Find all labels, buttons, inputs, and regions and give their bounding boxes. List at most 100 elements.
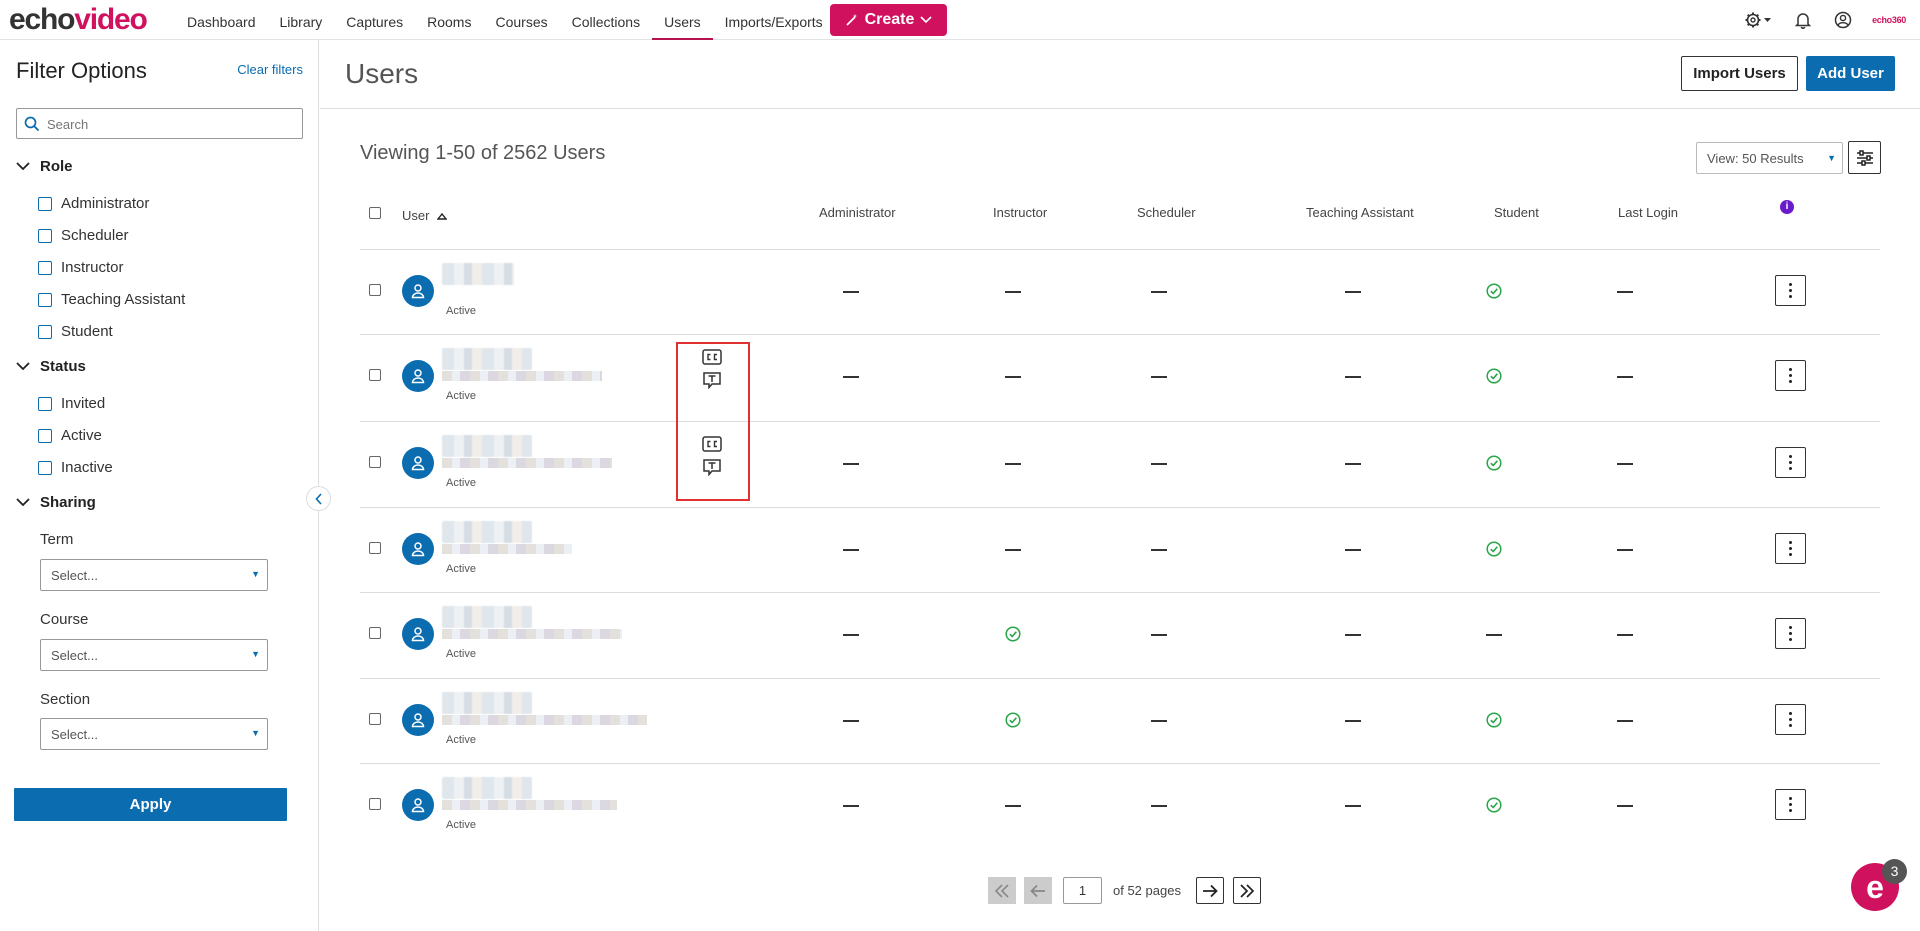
import-users-button[interactable]: Import Users [1681, 56, 1798, 91]
row-checkbox[interactable] [369, 369, 381, 381]
kebab-dot [1789, 374, 1792, 377]
nav-collections[interactable]: Collections [560, 0, 652, 40]
column-header-last-login[interactable]: Last Login [1618, 205, 1678, 220]
add-user-button[interactable]: Add User [1806, 56, 1895, 91]
caption-icons-highlight-box [676, 342, 750, 501]
row-actions-menu-button[interactable] [1775, 704, 1806, 735]
nav-imports-exports[interactable]: Imports/Exports [713, 0, 835, 40]
status-section-toggle[interactable]: Status [16, 358, 86, 375]
row-divider [360, 421, 1880, 422]
user-name-redacted[interactable] [442, 263, 514, 285]
row-actions-menu-button[interactable] [1775, 447, 1806, 478]
user-status: Active [446, 648, 476, 660]
checkbox[interactable] [38, 396, 52, 411]
checkbox[interactable] [38, 324, 52, 339]
apply-filters-button[interactable]: Apply [14, 788, 287, 821]
role-section-toggle[interactable]: Role [16, 158, 73, 175]
column-header-user[interactable]: User [402, 208, 448, 223]
filter-search-input[interactable] [47, 113, 292, 135]
nav-rooms[interactable]: Rooms [415, 0, 483, 40]
row-actions-menu-button[interactable] [1775, 360, 1806, 391]
user-avatar [402, 704, 434, 736]
section-label: Section [40, 691, 91, 708]
column-header-instructor[interactable]: Instructor [993, 205, 1047, 220]
account-user-icon[interactable] [1832, 9, 1854, 31]
row-divider [360, 592, 1880, 593]
notifications-bell-icon[interactable] [1792, 9, 1814, 31]
nav-library[interactable]: Library [268, 0, 335, 40]
echovideo-logo[interactable]: echovideo [9, 3, 148, 37]
previous-page-button[interactable] [1024, 877, 1052, 904]
next-page-button[interactable] [1196, 877, 1224, 904]
option-label: Active [61, 427, 102, 444]
row-actions-menu-button[interactable] [1775, 789, 1806, 820]
row-divider [360, 678, 1880, 679]
checkbox[interactable] [38, 196, 52, 211]
nav-courses[interactable]: Courses [483, 0, 559, 40]
dropdown-caret-icon: ▼ [251, 569, 260, 579]
nav-captures[interactable]: Captures [334, 0, 415, 40]
sharing-section-toggle[interactable]: Sharing [16, 494, 96, 511]
role-none-dash [1345, 291, 1361, 293]
user-name-redacted[interactable] [442, 435, 532, 457]
user-name-redacted[interactable] [442, 777, 532, 799]
user-name-redacted[interactable] [442, 606, 532, 628]
clear-filters-link[interactable]: Clear filters [237, 62, 303, 77]
column-settings-button[interactable] [1848, 141, 1881, 174]
nav-users[interactable]: Users [652, 0, 713, 40]
checkbox[interactable] [38, 292, 52, 307]
option-label: Inactive [61, 459, 113, 476]
user-email-redacted [442, 371, 602, 381]
checkbox[interactable] [38, 460, 52, 475]
role-none-dash [1151, 805, 1167, 807]
first-page-button[interactable] [988, 877, 1016, 904]
row-checkbox[interactable] [369, 798, 381, 810]
header-divider [320, 108, 1920, 109]
results-per-page-select[interactable]: View: 50 Results ▼ [1696, 142, 1843, 174]
checkbox[interactable] [38, 260, 52, 275]
row-checkbox[interactable] [369, 627, 381, 639]
role-none-dash [1151, 549, 1167, 551]
user-avatar [402, 275, 434, 307]
select-all-checkbox[interactable] [369, 207, 381, 219]
user-status: Active [446, 734, 476, 746]
role-none-dash [843, 720, 859, 722]
user-name-redacted[interactable] [442, 692, 532, 714]
term-select[interactable]: Select... ▼ [40, 559, 268, 591]
row-checkbox[interactable] [369, 713, 381, 725]
person-icon [411, 713, 425, 728]
row-checkbox[interactable] [369, 456, 381, 468]
create-button[interactable]: Create [830, 4, 947, 36]
column-header-administrator[interactable]: Administrator [819, 205, 896, 220]
section-select[interactable]: Select... ▼ [40, 718, 268, 750]
user-name-redacted[interactable] [442, 348, 532, 370]
chevron-down-icon [16, 162, 30, 171]
last-page-button[interactable] [1233, 877, 1261, 904]
column-header-teaching-assistant[interactable]: Teaching Assistant [1306, 205, 1414, 220]
settings-gear-icon[interactable] [1744, 9, 1774, 31]
row-checkbox[interactable] [369, 284, 381, 296]
course-select[interactable]: Select... ▼ [40, 639, 268, 671]
role-option-teaching-assistant: Teaching Assistant [38, 291, 185, 308]
nav-right-tools: echo360 [1744, 0, 1920, 40]
row-actions-menu-button[interactable] [1775, 618, 1806, 649]
info-icon[interactable]: i [1780, 200, 1794, 214]
user-avatar [402, 533, 434, 565]
nav-dashboard[interactable]: Dashboard [175, 0, 268, 40]
page-number-input[interactable] [1063, 877, 1102, 904]
collapse-sidebar-button[interactable] [306, 486, 331, 511]
row-actions-menu-button[interactable] [1775, 275, 1806, 306]
checkbox[interactable] [38, 428, 52, 443]
row-checkbox[interactable] [369, 542, 381, 554]
column-header-student[interactable]: Student [1494, 205, 1539, 220]
course-label: Course [40, 611, 89, 628]
role-none-dash [1345, 376, 1361, 378]
column-header-scheduler[interactable]: Scheduler [1137, 205, 1196, 220]
row-actions-menu-button[interactable] [1775, 533, 1806, 564]
last-login-dash [1617, 720, 1633, 722]
checkbox[interactable] [38, 228, 52, 243]
role-none-dash [843, 805, 859, 807]
person-icon [411, 542, 425, 557]
page-title: Users [345, 58, 419, 89]
user-name-redacted[interactable] [442, 521, 532, 543]
